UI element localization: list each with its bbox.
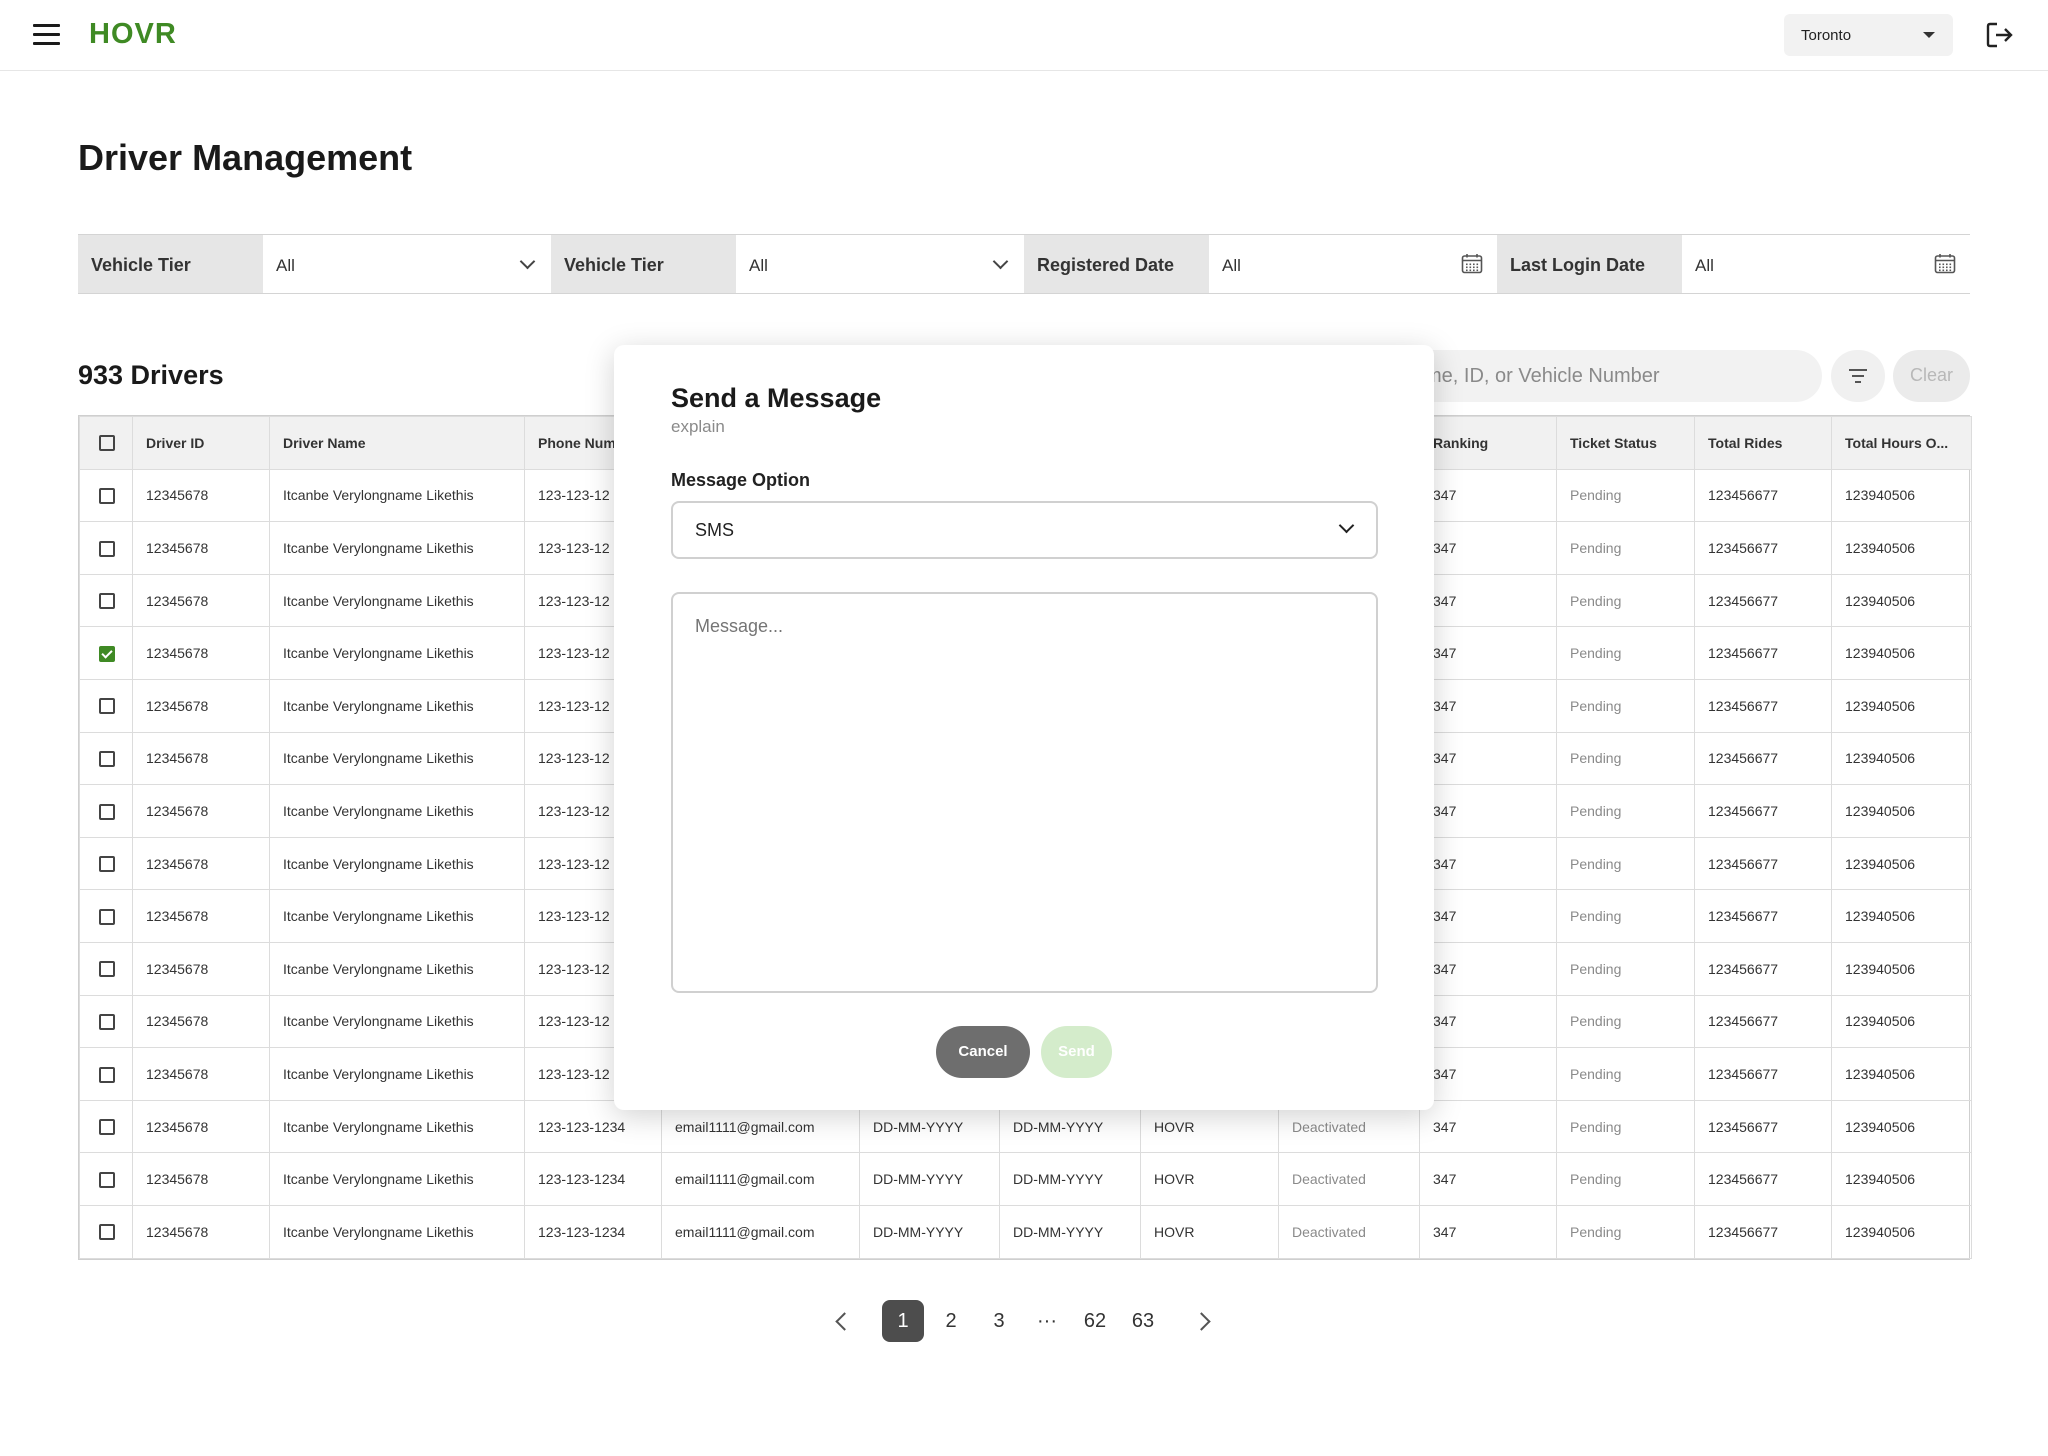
message-option-select[interactable]: SMS	[671, 501, 1378, 559]
send-button[interactable]: Send	[1041, 1026, 1112, 1078]
message-textarea[interactable]	[671, 592, 1378, 993]
message-option-label: Message Option	[671, 470, 811, 490]
cancel-button[interactable]: Cancel	[936, 1026, 1030, 1078]
message-option-value: SMS	[695, 520, 735, 540]
modal-subtitle: explain	[671, 417, 725, 436]
modal-overlay: Send a Message explain Message Option SM…	[0, 0, 2048, 1456]
chevron-down-icon	[1338, 517, 1355, 534]
send-message-modal: Send a Message explain Message Option SM…	[614, 345, 1434, 1110]
modal-title: Send a Message	[671, 383, 882, 413]
